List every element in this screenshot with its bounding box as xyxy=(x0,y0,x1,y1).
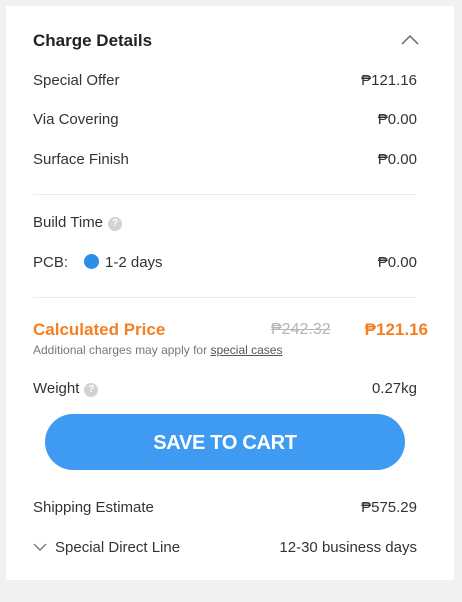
charge-row-surface-finish: Surface Finish ₱0.00 xyxy=(33,151,417,171)
charge-row-special-offer: Special Offer ₱121.16 xyxy=(33,72,417,92)
weight-label: Weight xyxy=(33,380,80,397)
charge-label: Special Offer xyxy=(33,72,120,89)
radio-selected-icon[interactable] xyxy=(84,254,100,269)
divider xyxy=(33,297,417,298)
build-time-option[interactable]: 1-2 days xyxy=(105,254,163,271)
shipping-method[interactable]: Special Direct Line xyxy=(55,539,180,556)
original-price: ₱242.32 xyxy=(271,321,331,338)
save-to-cart-button[interactable]: SAVE TO CART xyxy=(45,414,405,470)
question-icon[interactable]: ? xyxy=(108,217,123,231)
special-cases-link[interactable]: special cases xyxy=(210,343,282,357)
shipping-method-time: 12-30 business days xyxy=(279,539,417,556)
charge-label: Surface Finish xyxy=(33,151,129,168)
shipping-label: Shipping Estimate xyxy=(33,499,154,516)
shipping-estimate-row: Shipping Estimate ₱575.29 xyxy=(33,499,417,519)
weight-row: Weight? 0.27kg xyxy=(33,380,417,400)
charge-value: ₱0.00 xyxy=(377,111,417,128)
chevron-down-icon[interactable] xyxy=(33,542,47,552)
charge-row-via-covering: Via Covering ₱0.00 xyxy=(33,111,417,131)
additional-charges-note: Additional charges may apply for special… xyxy=(33,343,282,357)
charge-value: ₱0.00 xyxy=(377,151,417,168)
charge-details-panel xyxy=(6,6,454,580)
discounted-price: ₱121.16 xyxy=(364,320,428,339)
shipping-method-selector[interactable]: Special Direct Line xyxy=(33,539,180,556)
question-icon[interactable]: ? xyxy=(84,383,99,397)
build-time-value: ₱0.00 xyxy=(377,254,417,271)
chevron-up-icon[interactable] xyxy=(399,29,421,51)
divider xyxy=(33,194,417,195)
shipping-method-row[interactable]: Special Direct Line 12-30 business days xyxy=(33,539,417,559)
note-text: Additional charges may apply for xyxy=(33,343,211,357)
weight-label-wrap: Weight? xyxy=(33,380,99,397)
build-time-label: Build Time xyxy=(33,214,104,231)
pcb-option-wrap: PCB: 1-2 days xyxy=(33,254,163,271)
build-time-row: Build Time? xyxy=(33,214,417,234)
charge-label: Via Covering xyxy=(33,111,119,128)
charge-details-title: Charge Details xyxy=(33,31,153,50)
shipping-value: ₱575.29 xyxy=(361,499,417,516)
calculated-price-title: Calculated Price xyxy=(33,320,166,339)
charge-value: ₱121.16 xyxy=(361,72,417,89)
pcb-build-time-row: PCB: 1-2 days ₱0.00 xyxy=(33,254,417,274)
charge-details-header[interactable]: Charge Details xyxy=(33,31,423,53)
build-time-label-wrap: Build Time? xyxy=(33,214,123,231)
pcb-label: PCB: xyxy=(33,254,69,271)
weight-value: 0.27kg xyxy=(371,380,417,397)
